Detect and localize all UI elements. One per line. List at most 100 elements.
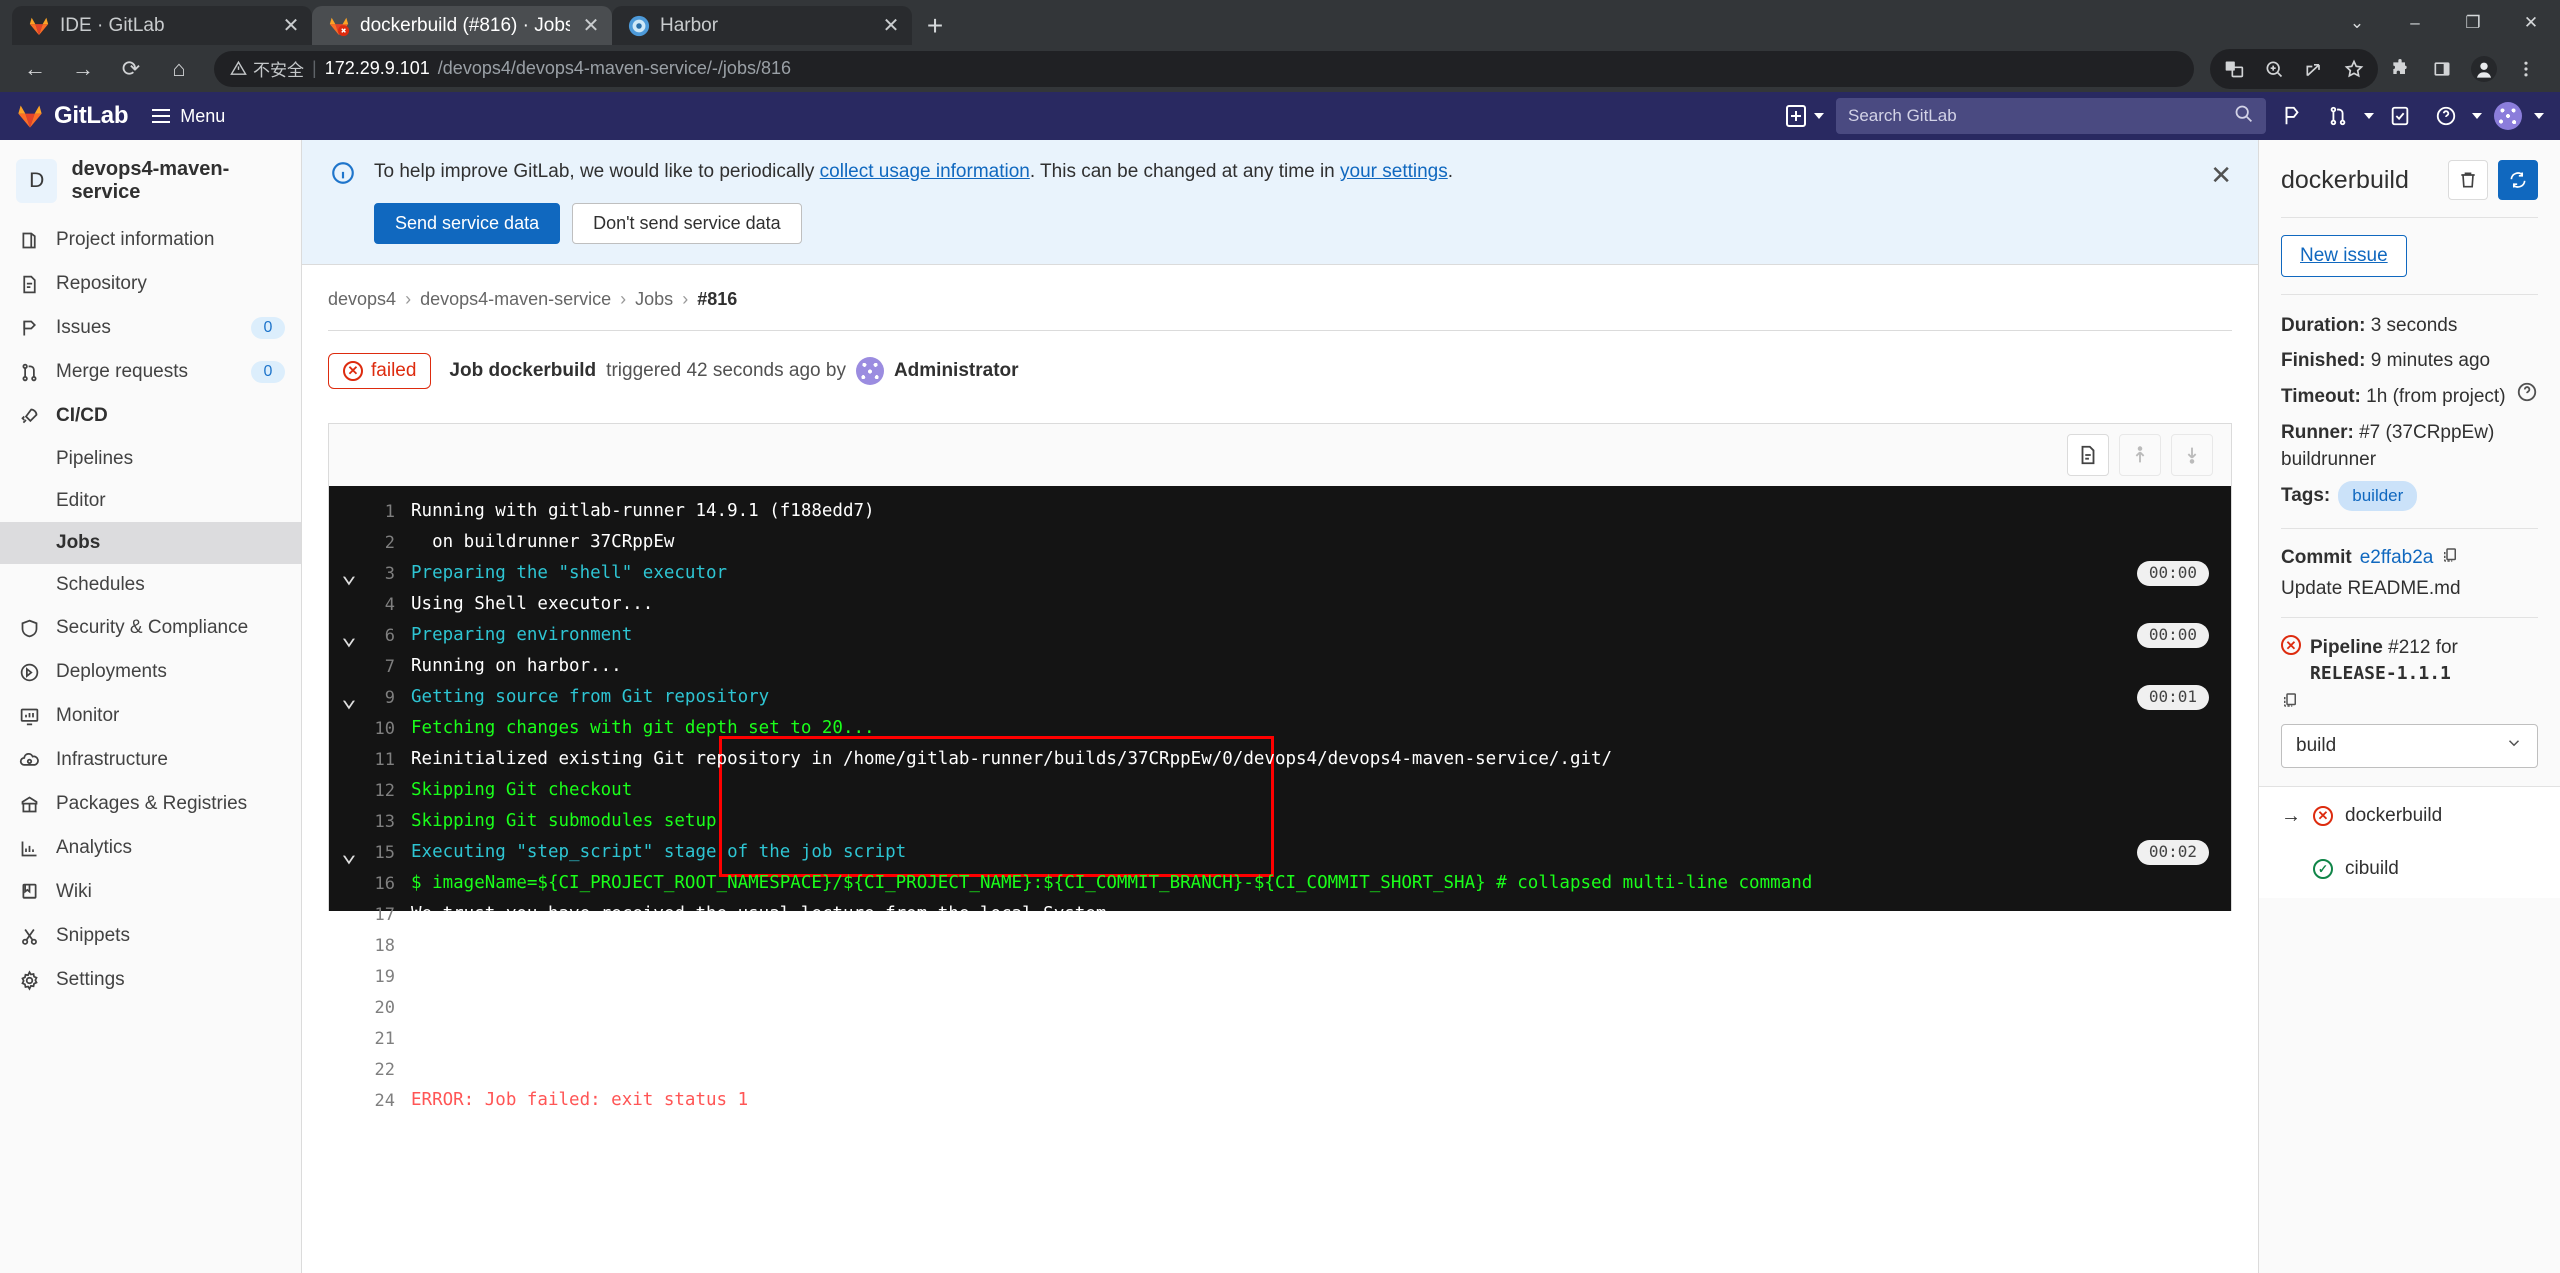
forward-icon[interactable]: → xyxy=(62,48,104,90)
log-line-number[interactable]: 19 xyxy=(369,967,403,987)
log-line-number[interactable]: 9 xyxy=(369,688,403,708)
sidebar-item-deployments[interactable]: Deployments xyxy=(0,650,301,694)
retry-icon[interactable] xyxy=(2498,160,2538,200)
browser-tab-ide-gitlab[interactable]: IDE · GitLab ✕ xyxy=(12,6,312,45)
chevron-down-icon[interactable] xyxy=(2534,113,2544,119)
scroll-to-top-icon[interactable] xyxy=(2119,434,2161,477)
stage-select[interactable]: build xyxy=(2281,723,2538,768)
back-icon[interactable]: ← xyxy=(14,48,56,90)
close-window-icon[interactable]: ✕ xyxy=(2502,0,2560,45)
chevron-down-icon[interactable]: ⌄ xyxy=(329,685,369,711)
not-secure-badge[interactable]: 不安全 xyxy=(230,56,304,81)
log-line-number[interactable]: 22 xyxy=(369,1060,403,1080)
reload-icon[interactable]: ⟳ xyxy=(110,48,152,90)
main-menu-button[interactable]: Menu xyxy=(144,100,233,133)
browser-tab-dockerbuild-job[interactable]: dockerbuild (#816) · Jobs · dev ✕ xyxy=(312,6,612,45)
chevron-down-icon[interactable] xyxy=(2364,113,2374,119)
new-tab-button[interactable]: + xyxy=(912,6,958,45)
new-dropdown-button[interactable] xyxy=(1780,101,1830,131)
dont-send-service-data-button[interactable]: Don't send service data xyxy=(572,202,802,245)
sidebar-item-settings[interactable]: Settings xyxy=(0,958,301,1002)
sidebar-project-header[interactable]: D devops4-maven-service xyxy=(0,150,301,218)
zoom-icon[interactable] xyxy=(2254,49,2294,89)
extensions-puzzle-icon[interactable] xyxy=(2380,49,2420,89)
gitlab-logo[interactable]: GitLab xyxy=(16,102,129,130)
search-input[interactable]: Search GitLab xyxy=(1836,98,2266,134)
avatar[interactable] xyxy=(855,357,884,386)
user-avatar[interactable] xyxy=(2488,96,2528,136)
log-line-number[interactable]: 16 xyxy=(369,874,403,894)
side-panel-icon[interactable] xyxy=(2422,49,2462,89)
breadcrumb-item-project[interactable]: devops4-maven-service xyxy=(420,289,611,310)
pipeline-number[interactable]: #212 xyxy=(2388,637,2430,658)
commit-sha-link[interactable]: e2ffab2a xyxy=(2360,547,2434,569)
issues-icon[interactable] xyxy=(2272,96,2312,136)
copy-icon[interactable] xyxy=(2281,692,2299,713)
help-icon[interactable] xyxy=(2426,96,2466,136)
log-line-number[interactable]: 6 xyxy=(369,626,403,646)
chevron-down-icon[interactable]: ⌄ xyxy=(329,840,369,866)
log-line-number[interactable]: 12 xyxy=(369,781,403,801)
sidebar-item-snippets[interactable]: Snippets xyxy=(0,914,301,958)
log-line-number[interactable]: 15 xyxy=(369,843,403,863)
log-line-number[interactable]: 10 xyxy=(369,719,403,739)
sidebar-item-packages-registries[interactable]: Packages & Registries xyxy=(0,782,301,826)
chevron-down-icon[interactable]: ⌄ xyxy=(329,623,369,649)
sidebar-item-project-information[interactable]: Project information xyxy=(0,218,301,262)
log-line-number[interactable]: 24 xyxy=(369,1091,403,1111)
log-line-number[interactable]: 2 xyxy=(369,533,403,553)
send-service-data-button[interactable]: Send service data xyxy=(374,202,561,245)
share-icon[interactable] xyxy=(2294,49,2334,89)
log-line-number[interactable]: 4 xyxy=(369,595,403,615)
copy-icon[interactable] xyxy=(2441,546,2459,570)
sidebar-item-cicd[interactable]: CI/CD xyxy=(0,394,301,438)
stage-job-dockerbuild[interactable]: → ✕ dockerbuild xyxy=(2281,805,2538,828)
sidebar-item-monitor[interactable]: Monitor xyxy=(0,694,301,738)
log-line-number[interactable]: 7 xyxy=(369,657,403,677)
close-icon[interactable]: ✕ xyxy=(880,13,902,38)
home-icon[interactable]: ⌂ xyxy=(158,48,200,90)
sidebar-item-repository[interactable]: Repository xyxy=(0,262,301,306)
address-bar[interactable]: 不安全 | 172.29.9.101/devops4/devops4-maven… xyxy=(214,50,2194,87)
job-log-console[interactable]: 1 Running with gitlab-runner 14.9.1 (f188… xyxy=(329,486,2231,1111)
browser-tab-harbor[interactable]: Harbor ✕ xyxy=(612,6,912,45)
sidebar-subitem-jobs[interactable]: Jobs xyxy=(0,522,301,564)
sidebar-item-merge-requests[interactable]: Merge requests 0 xyxy=(0,350,301,394)
todos-icon[interactable] xyxy=(2380,96,2420,136)
log-line-number[interactable]: 18 xyxy=(369,936,403,956)
pipeline-ref[interactable]: RELEASE-1.1.1 xyxy=(2310,663,2451,684)
job-tag-builder[interactable]: builder xyxy=(2338,480,2418,512)
chevron-down-icon[interactable]: ⌄ xyxy=(2328,0,2386,45)
sidebar-item-security-compliance[interactable]: Security & Compliance xyxy=(0,606,301,650)
breadcrumb-item-jobs[interactable]: Jobs xyxy=(635,289,673,310)
status-badge[interactable]: ✕ failed xyxy=(328,353,432,390)
log-line-number[interactable]: 20 xyxy=(369,998,403,1018)
log-line-number[interactable]: 13 xyxy=(369,812,403,832)
sidebar-item-infrastructure[interactable]: Infrastructure xyxy=(0,738,301,782)
sidebar-subitem-schedules[interactable]: Schedules xyxy=(0,564,301,606)
sidebar-item-issues[interactable]: Issues 0 xyxy=(0,306,301,350)
scroll-to-bottom-icon[interactable] xyxy=(2171,434,2213,477)
close-icon[interactable]: ✕ xyxy=(280,13,302,38)
log-line-number[interactable]: 21 xyxy=(369,1029,403,1049)
sidebar-item-analytics[interactable]: Analytics xyxy=(0,826,301,870)
translate-icon[interactable] xyxy=(2214,49,2254,89)
minimize-icon[interactable]: – xyxy=(2386,0,2444,45)
breadcrumb-item-job-id[interactable]: #816 xyxy=(697,289,737,310)
raw-log-icon[interactable] xyxy=(2067,434,2109,477)
log-line-number[interactable]: 17 xyxy=(369,905,403,925)
chrome-menu-icon[interactable] xyxy=(2506,49,2546,89)
log-line-number[interactable]: 11 xyxy=(369,750,403,770)
sidebar-subitem-pipelines[interactable]: Pipelines xyxy=(0,438,301,480)
bookmark-star-icon[interactable] xyxy=(2334,49,2374,89)
stage-job-cibuild[interactable]: ✓ cibuild xyxy=(2313,858,2538,880)
chevron-down-icon[interactable] xyxy=(2472,113,2482,119)
trash-icon[interactable] xyxy=(2448,160,2488,200)
your-settings-link[interactable]: your settings xyxy=(1340,161,1448,182)
profile-avatar-icon[interactable] xyxy=(2464,49,2504,89)
maximize-icon[interactable]: ❐ xyxy=(2444,0,2502,45)
close-icon[interactable]: ✕ xyxy=(2210,162,2232,188)
merge-requests-icon[interactable] xyxy=(2318,96,2358,136)
breadcrumb-item-group[interactable]: devops4 xyxy=(328,289,396,310)
chevron-down-icon[interactable]: ⌄ xyxy=(329,561,369,587)
